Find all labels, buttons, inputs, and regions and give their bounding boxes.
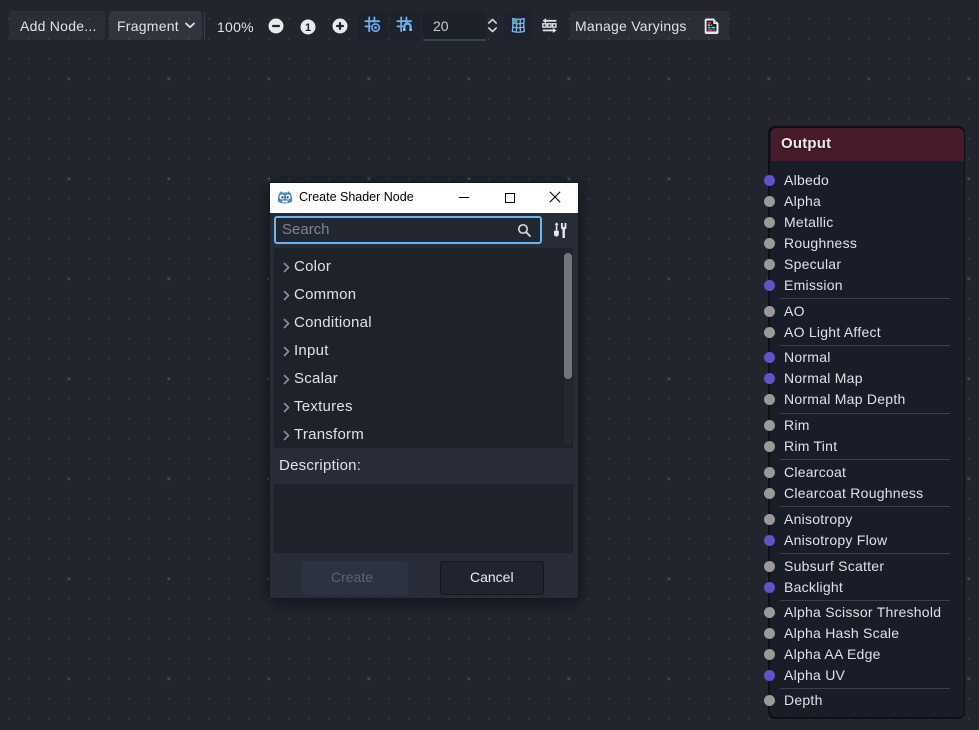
svg-text:1: 1 (305, 22, 311, 34)
